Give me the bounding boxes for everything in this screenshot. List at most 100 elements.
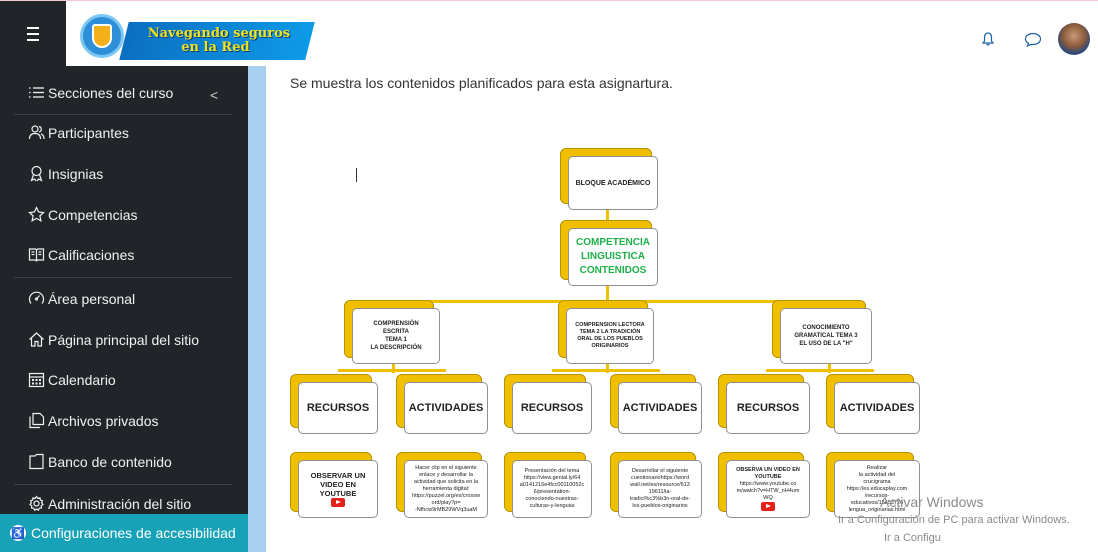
windows-watermark-title: Activar Windows [880, 494, 984, 510]
node-text: enlace y desarrollar la [419, 471, 473, 478]
node-text: CONOCIMIENTO [802, 325, 850, 331]
intro-text: Se muestra los contenidos planificados p… [290, 75, 673, 91]
connector [338, 369, 446, 372]
diagram-actividades-node: ACTIVIDADES [404, 382, 488, 434]
chat-icon[interactable] [1024, 32, 1042, 47]
node-text: EL USO DE LA "H" [799, 341, 853, 347]
sidebar-item-label: Administración del sitio [48, 495, 192, 512]
sidebar-item-banco-contenido[interactable]: Banco de contenido [28, 453, 172, 470]
top-navbar: Navegando seguros en la Red [0, 0, 1098, 67]
diagram-topic-node: COMPRENSION LECTORA TEMA 2 LA TRADICIÓN … [566, 308, 654, 364]
node-text: OBSERVA UN VIDEO EN [736, 467, 800, 473]
node-text: COMPRENSIÓN [373, 321, 419, 327]
windows-watermark-link: Ir a Configu [884, 532, 941, 544]
site-logo-icon[interactable] [80, 14, 124, 58]
diagram-root-node: BLOQUE ACADÉMICO [568, 156, 658, 210]
sidebar-item-insignias[interactable]: Insignias [28, 165, 103, 182]
dashboard-icon [28, 291, 45, 304]
sidebar-item-pagina-principal[interactable]: Página principal del sitio [28, 331, 199, 348]
sidebar-item-label: Banco de contenido [48, 453, 172, 470]
node-text: ORAL DE LOS PUEBLOS [577, 336, 643, 342]
node-text: ESCRITA [383, 329, 409, 335]
sidebar-item-calificaciones[interactable]: Calificaciones [28, 246, 134, 263]
node-text: GRAMATICAL TEMA 3 [794, 333, 858, 339]
sidebar-divider [14, 114, 232, 115]
diagram-leaf-node: OBSERVA UN VIDEO EN YOUTUBE https://www.… [726, 460, 810, 518]
node-text: TEMA 2 LA TRADICIÓN [579, 329, 641, 335]
diagram-leaf-node: OBSERVAR UN VIDEO EN YOUTUBE [298, 460, 378, 518]
sidebar-item-competencias[interactable]: Competencias [28, 206, 138, 223]
sidebar-item-secciones[interactable]: Secciones del curso [28, 84, 173, 101]
text-cursor [356, 168, 357, 182]
connector [552, 369, 660, 372]
node-text: ACTIVIDADES [622, 402, 698, 414]
sidebar-item-participantes[interactable]: Participantes [28, 124, 129, 141]
node-text: https://www.youtube.co [739, 481, 797, 487]
diagram-recursos-node: RECURSOS [726, 382, 810, 434]
node-text: VIDEO EN [320, 480, 356, 489]
node-text: 6/presentation- [533, 489, 571, 495]
files-icon [29, 412, 45, 429]
logo-line-2: en la Red [181, 40, 250, 55]
diagram-leaf-node: Hacer clip en el siguiente enlace y desa… [404, 460, 488, 518]
connector [606, 209, 609, 227]
menu-icon [27, 25, 39, 43]
sidebar-item-area-personal[interactable]: Área personal [28, 290, 135, 307]
sidebar-divider [14, 277, 232, 278]
accessibility-settings-button[interactable]: ♿ Configuraciones de accesibilidad [0, 514, 248, 552]
node-text: los-pueblos-originarios [632, 503, 688, 509]
menu-button[interactable] [0, 1, 66, 67]
sidebar-item-calendario[interactable]: Calendario [28, 371, 116, 388]
node-text: WQ [763, 495, 773, 501]
node-text: m/watch?v=HTW_nH4um [736, 488, 800, 494]
diagram-actividades-node: ACTIVIDADES [618, 382, 702, 434]
node-text: crucigrama [863, 478, 891, 485]
node-text: ACTIVIDADES [839, 402, 915, 414]
node-text: LINGUISTICA [581, 251, 645, 262]
accessibility-icon: ♿ [10, 525, 26, 541]
node-text: la actividad del [858, 471, 896, 478]
sidebar-item-label: Calificaciones [48, 246, 135, 263]
node-text: RECURSOS [736, 402, 800, 414]
diagram-leaf-node: Presentación del tema https://view.genia… [512, 460, 592, 518]
node-text: LA DESCRIPCIÓN [370, 345, 422, 351]
diagram-competencia-node: COMPETENCIA LINGUISTICA CONTENIDOS [568, 228, 658, 286]
node-text: Presentación del tema [524, 468, 580, 474]
site-logo-banner[interactable]: Navegando seguros en la Red [119, 22, 315, 60]
bell-icon[interactable] [982, 32, 994, 46]
diagram-topic-node: CONOCIMIENTO GRAMATICAL TEMA 3 EL USO DE… [780, 308, 872, 364]
node-text: Hacer clip en el siguiente [415, 464, 477, 471]
calendar-icon [28, 372, 45, 388]
chevron-left-icon[interactable]: < [210, 87, 218, 103]
list-icon [29, 87, 44, 98]
node-text: RECURSOS [520, 402, 584, 414]
accessibility-label: Configuraciones de accesibilidad [31, 525, 236, 541]
sidebar-edge [248, 66, 266, 552]
youtube-icon [761, 502, 775, 511]
sidebar-item-label: Secciones del curso [48, 84, 174, 101]
node-text: BLOQUE ACADÉMICO [575, 179, 651, 187]
node-text: YOUTUBE [754, 474, 782, 480]
windows-watermark-text: Ir a Configuración de PC para activar Wi… [838, 514, 1070, 526]
home-icon [29, 332, 44, 347]
node-text: tradici%c3%b3n-oral-de- [629, 496, 691, 502]
node-text: COMPETENCIA [576, 237, 650, 248]
node-text: ord/play?p= [431, 499, 461, 506]
node-text: OBSERVAR UN [310, 471, 366, 480]
sidebar-item-label: Insignias [48, 165, 104, 182]
sidebar-item-archivos-privados[interactable]: Archivos privados [28, 412, 159, 429]
badge-icon [30, 165, 43, 182]
folder-icon [29, 453, 44, 470]
sidebar-item-label: Competencias [48, 206, 138, 223]
node-text: RECURSOS [306, 402, 370, 414]
sidebar-item-label: Área personal [48, 290, 136, 307]
node-text: COMPRENSION LECTORA [575, 322, 645, 328]
star-icon [28, 206, 45, 222]
node-text: Realizar [866, 464, 888, 471]
sidebar-item-administracion[interactable]: Administración del sitio [28, 495, 191, 512]
user-avatar[interactable] [1058, 23, 1090, 55]
node-text: Desarrollar el siguiente [631, 468, 689, 474]
node-text: herramienta digital: [422, 485, 470, 492]
gear-icon [29, 495, 44, 512]
node-text: cuestionariohttps://word [630, 475, 690, 481]
